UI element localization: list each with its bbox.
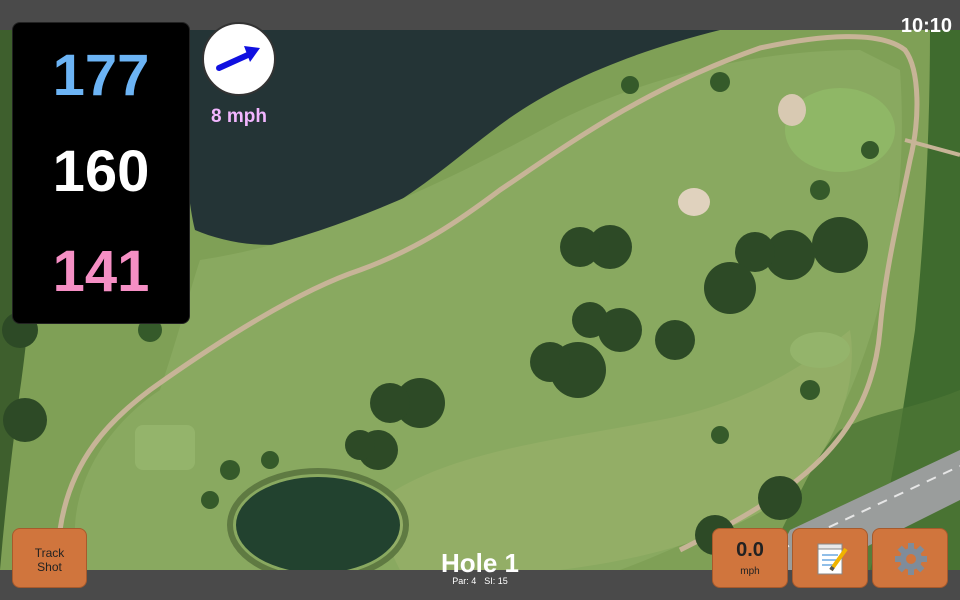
- hole-par: Par: 4: [452, 576, 477, 586]
- front-distance: 141: [52, 239, 150, 304]
- settings-button[interactable]: [872, 528, 948, 588]
- hole-stroke-index: SI: 15: [484, 576, 508, 586]
- speed-value: 0.0: [736, 539, 764, 561]
- track-shot-label-line2: Shot: [37, 560, 62, 574]
- track-shot-label-line1: Track: [34, 546, 65, 560]
- hole-title: Hole 1: [440, 548, 520, 578]
- speed-button[interactable]: 0.0 mph: [712, 528, 788, 588]
- wind-speed: 8 mph: [211, 106, 267, 127]
- clock: 10:10: [900, 15, 952, 37]
- middle-distance: 160: [52, 139, 150, 204]
- back-distance: 177: [52, 43, 150, 108]
- track-shot-button[interactable]: Track Shot: [12, 528, 87, 588]
- speed-unit: mph: [740, 566, 760, 577]
- notepad-icon: [817, 543, 848, 575]
- hole-info: Par: 4 SI: 15: [380, 576, 580, 586]
- gear-icon: [895, 543, 927, 575]
- wind-arrow-icon: [216, 46, 260, 71]
- notes-button[interactable]: [792, 528, 868, 588]
- wind-direction-dial: [202, 22, 276, 96]
- distance-panel: 177 160 141: [12, 22, 190, 324]
